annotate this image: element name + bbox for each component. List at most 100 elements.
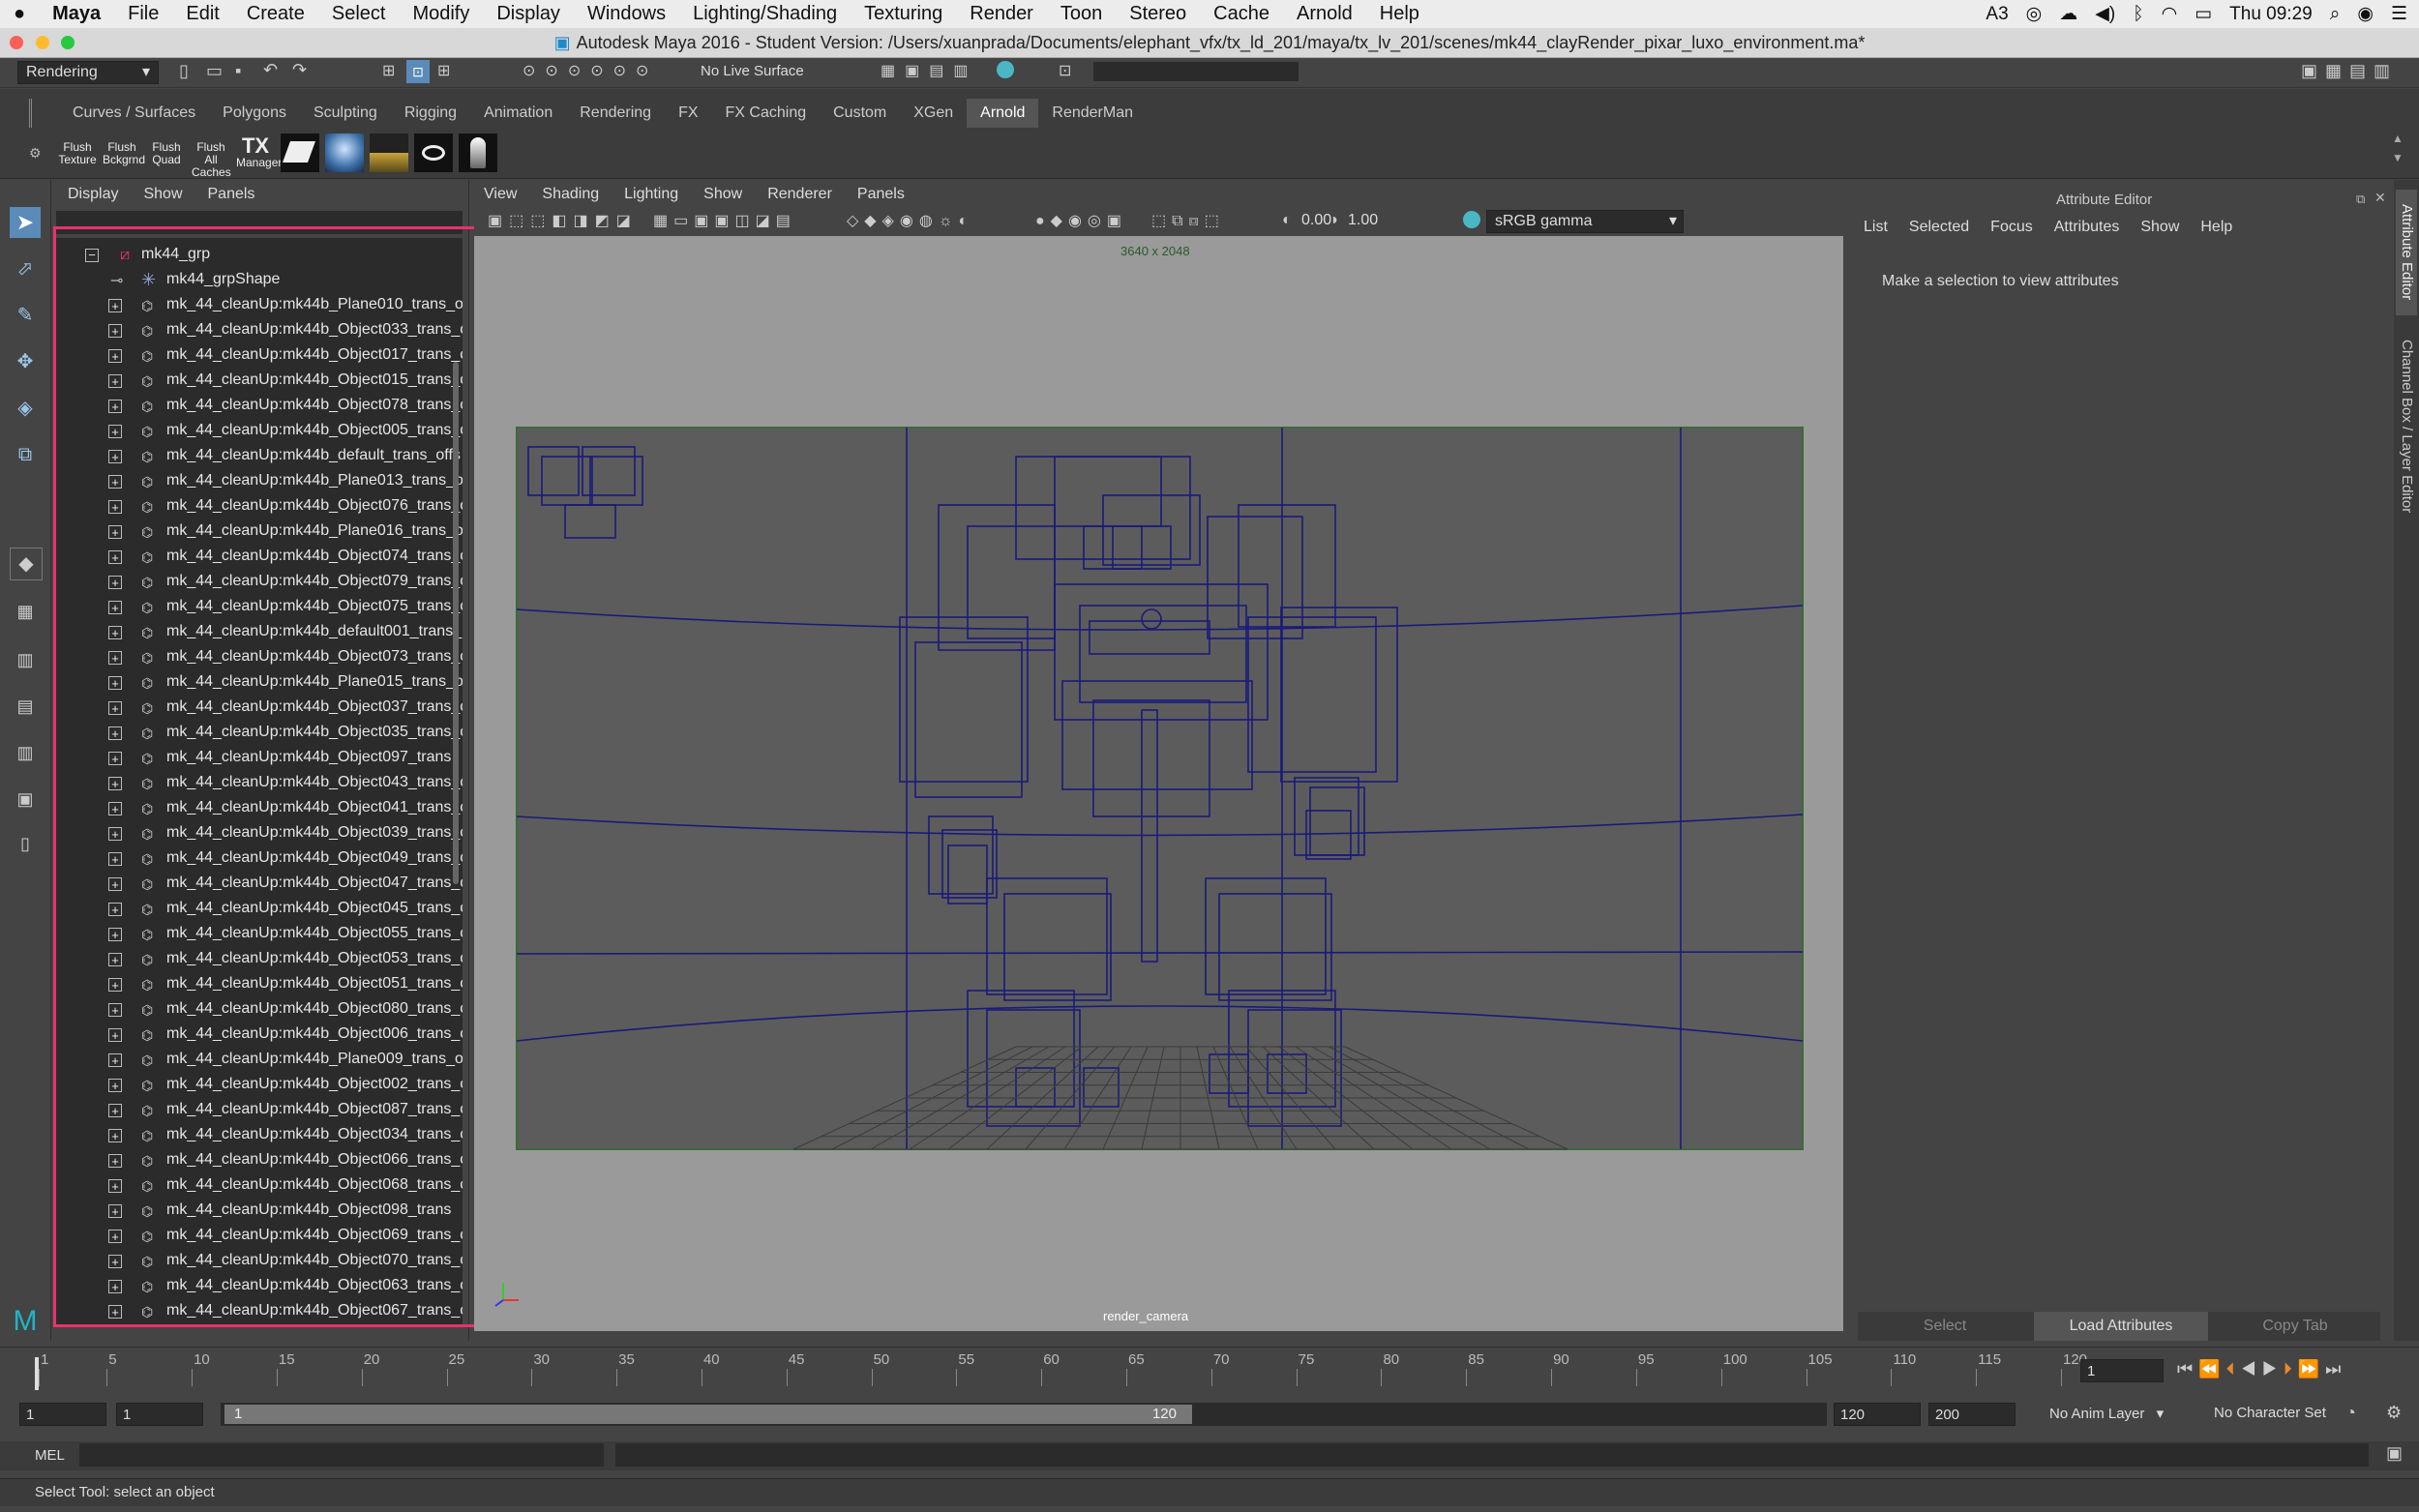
expand-icon[interactable]: + [108,651,122,665]
end-time-field[interactable]: 200 [1928,1403,2016,1426]
go-to-end-icon[interactable]: ⏭ [2325,1359,2346,1379]
outliner-item[interactable]: + ⌬ mk_44_cleanUp:mk44b_Object041_trans_c [56,797,463,822]
expand-icon[interactable]: + [108,374,122,388]
outliner-item[interactable]: + ⌬ mk_44_cleanUp:mk44b_Object074_trans_c [56,546,463,571]
expand-icon[interactable]: + [108,400,122,413]
float-panel-icon[interactable]: ⧉ [2356,192,2365,207]
cloud-icon[interactable]: ☁ [2059,3,2077,25]
camera-tools-icons[interactable]: ▣⬚⬚◧◨◩◪ [488,211,638,230]
gamma-icon[interactable]: ◑ [1329,212,1338,229]
outliner-item[interactable]: + ⌬ mk_44_cleanUp:mk44b_Object051_trans_c [56,973,463,998]
outliner-item[interactable]: + ⌬ mk_44_cleanUp:mk44b_Object043_trans_c [56,772,463,797]
select-object-icon[interactable]: ⊡ [406,60,430,83]
outliner-item[interactable]: + ⌬ mk_44_cleanUp:mk44b_Object097_trans [56,747,463,772]
close-window-button[interactable] [10,36,23,49]
shading-icons[interactable]: ◇◆◈◉◍☼◐ [847,211,973,230]
menu-render[interactable]: Render [956,3,1047,25]
input-line-icon[interactable]: ⊡ [1059,61,1071,80]
expand-icon[interactable]: + [108,550,122,564]
shelf-tab-fx-caching[interactable]: FX Caching [712,99,821,128]
apple-menu-icon[interactable]: ● [0,3,39,25]
expand-icon[interactable]: + [108,1028,122,1042]
expand-icon[interactable]: + [108,475,122,489]
hypershade-layout-icon[interactable]: ▥ [10,737,41,768]
outliner-item[interactable]: + ⌬ mk_44_cleanUp:mk44b_Object068_trans_c [56,1174,463,1200]
expand-icon[interactable]: + [108,903,122,916]
viewport-menu-view[interactable]: View [484,186,517,203]
menu-lighting-shading[interactable]: Lighting/Shading [679,3,851,25]
outliner-item[interactable]: + ⌬ mk_44_cleanUp:mk44b_Plane016_trans_of [56,520,463,546]
viewport-canvas[interactable]: 3640 x 2048 render_camera [474,236,1843,1331]
collapse-icon[interactable]: − [85,249,99,262]
outliner-item[interactable]: + ⌬ mk_44_cleanUp:mk44b_Object098_trans [56,1200,463,1225]
lighting-icons[interactable]: ●◆◉◎▣ [1035,211,1127,230]
outliner-item[interactable]: + ⌬ mk_44_cleanUp:mk44b_Object066_trans_c [56,1149,463,1174]
copy-tab-button[interactable]: Copy Tab [2210,1312,2380,1341]
menu-modify[interactable]: Modify [399,3,483,25]
expand-icon[interactable]: + [108,752,122,765]
four-view-layout-icon[interactable]: ▦ [10,596,41,627]
select-tool-icon[interactable]: ➤ [10,207,41,238]
shelf-tab-curves-surfaces[interactable]: Curves / Surfaces [59,99,209,128]
expand-icon[interactable]: + [108,676,122,690]
outliner-item[interactable]: + ⌬ mk_44_cleanUp:mk44b_Object073_trans_c [56,646,463,671]
save-scene-icon[interactable]: ▪ [235,61,241,81]
expand-icon[interactable]: + [108,1003,122,1017]
shelf-button-texture[interactable]: Flush Texture [58,133,97,172]
expand-icon[interactable]: + [108,701,122,715]
attribute-menu-selected[interactable]: Selected [1909,219,1969,236]
select-hierarchy-icon[interactable]: ⊞ [382,61,395,80]
viewport-menu-renderer[interactable]: Renderer [767,186,832,203]
expand-icon[interactable]: + [108,777,122,790]
time-slider[interactable]: 1 5 10 15 20 25 30 35 40 45 50 55 60 65 70 75 80 85 90 95 10… [0,1347,2419,1390]
playback-end-field[interactable]: 120 [1834,1403,1921,1426]
workspace-icons[interactable]: ▣▦▤▥ [2301,61,2398,81]
mesh-light-icon[interactable] [414,133,453,172]
viewport-menu-panels[interactable]: Panels [857,186,905,203]
outliner-item[interactable]: + ⌬ mk_44_cleanUp:mk44b_Plane015_trans_of [56,671,463,697]
render-layout-icon[interactable]: ▣ [10,784,41,815]
shelf-tab-renderman[interactable]: RenderMan [1038,99,1147,128]
expand-icon[interactable]: + [108,576,122,589]
select-button[interactable]: Select [1858,1312,2032,1341]
expand-icon[interactable]: + [108,1079,122,1092]
expand-icon[interactable]: + [108,1053,122,1067]
outliner-item[interactable]: + ⌬ mk_44_cleanUp:mk44b_default001_trans_ [56,621,463,646]
expand-icon[interactable]: + [108,1179,122,1193]
outliner-scrollbar[interactable] [451,246,461,1020]
outliner-root-row[interactable]: − ⧄ mk44_grp [56,244,463,269]
expand-icon[interactable]: + [108,802,122,815]
play-backwards-icon[interactable]: ◀ [2241,1359,2262,1379]
app-menu[interactable]: Maya [39,3,114,25]
expand-icon[interactable]: + [108,928,122,941]
close-icon[interactable]: ✕ [2374,190,2386,206]
shelf-scroll-down-icon[interactable]: ▼ [2392,151,2404,164]
render-settings-icon[interactable] [997,61,1014,78]
expand-icon[interactable]: + [108,953,122,966]
paint-select-tool-icon[interactable]: ✎ [10,300,41,331]
go-to-start-icon[interactable]: ⏮ [2177,1359,2198,1379]
new-scene-icon[interactable]: ▯ [179,61,189,81]
attribute-menu-focus[interactable]: Focus [1990,219,2033,236]
outliner-item[interactable]: + ⌬ mk_44_cleanUp:mk44b_Object053_trans_c [56,948,463,973]
outliner-item[interactable]: + ⌬ mk_44_cleanUp:mk44b_Object078_trans_c [56,395,463,420]
exposure-icon[interactable]: ◐ [1282,212,1292,229]
shelf-tab-rendering[interactable]: Rendering [566,99,665,128]
expand-icon[interactable]: + [108,1154,122,1168]
outliner-shape-row[interactable]: ⊸ ✳ mk44_grpShape [56,269,463,294]
expand-icon[interactable]: + [108,1204,122,1218]
attribute-menu-show[interactable]: Show [2140,219,2179,236]
expand-icon[interactable]: + [108,827,122,841]
menu-arnold[interactable]: Arnold [1283,3,1366,25]
menu-create[interactable]: Create [233,3,318,25]
outliner-item[interactable]: + ⌬ mk_44_cleanUp:mk44b_Object055_trans_c [56,923,463,948]
grid-and-display-icons[interactable]: ▦▭▣▣◫◪▤ [653,211,796,230]
range-handle[interactable]: 1 120 [224,1405,1192,1424]
scale-tool-icon[interactable]: ⧉ [10,439,41,470]
expand-icon[interactable]: + [108,978,122,992]
shelf-tab-arnold[interactable]: Arnold [967,99,1039,128]
skydome-light-icon[interactable] [325,133,364,172]
load-attributes-button[interactable]: Load Attributes [2034,1312,2208,1341]
script-editor-icon[interactable]: ▣ [2386,1443,2403,1464]
outliner-search-field[interactable] [56,211,463,234]
